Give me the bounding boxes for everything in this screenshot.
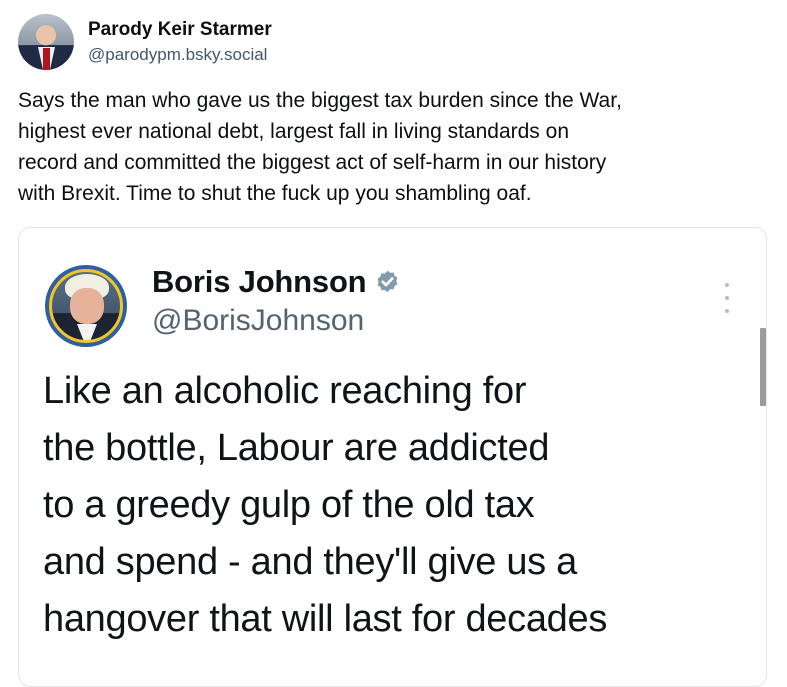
embedded-tweet-text: Like an alcoholic reaching for the bottl… <box>43 370 608 640</box>
embedded-display-name: Boris Johnson <box>152 264 367 299</box>
author-names: Parody Keir Starmer @parodypm.bsky.socia… <box>88 17 272 67</box>
post: Parody Keir Starmer @parodypm.bsky.socia… <box>0 0 787 687</box>
avatar[interactable] <box>18 14 74 70</box>
author-display-name[interactable]: Parody Keir Starmer <box>88 17 272 43</box>
post-text: Says the man who gave us the biggest tax… <box>18 89 622 205</box>
embedded-image[interactable]: Boris Johnson @BorisJohnson Like an alco… <box>18 227 767 687</box>
embedded-name-row: Boris Johnson <box>152 262 401 302</box>
post-author[interactable]: Parody Keir Starmer @parodypm.bsky.socia… <box>18 12 272 72</box>
author-handle[interactable]: @parodypm.bsky.social <box>88 43 272 67</box>
embedded-avatar <box>45 265 127 347</box>
avatar-tie <box>43 48 50 70</box>
embedded-handle: @BorisJohnson <box>152 304 365 337</box>
more-options-icon <box>719 283 735 313</box>
verified-badge-icon <box>378 270 398 292</box>
